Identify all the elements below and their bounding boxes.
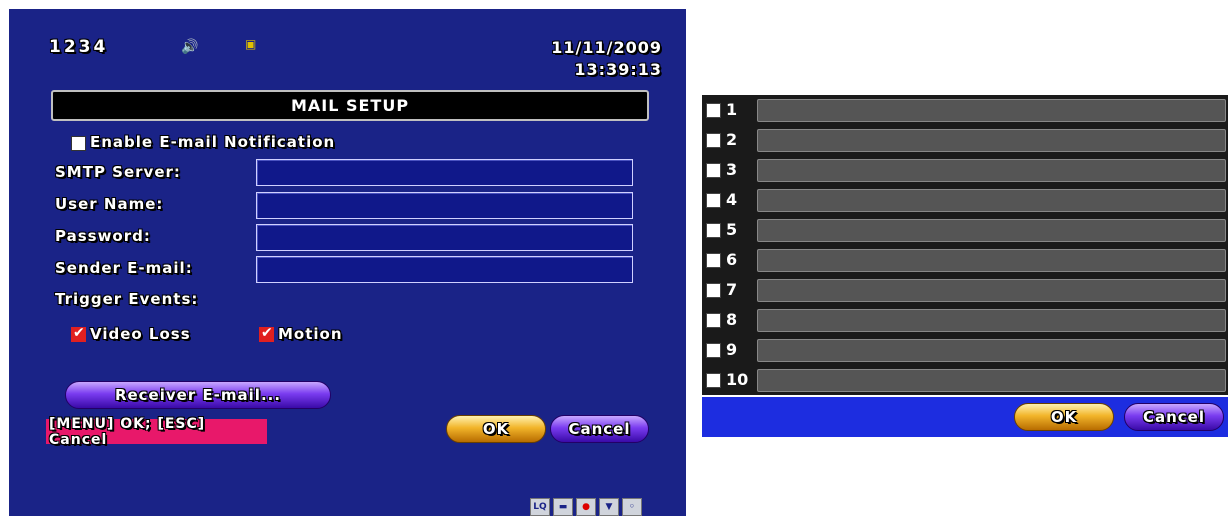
datetime-display: 11/11/2009 13:39:13	[551, 37, 662, 81]
receiver-email-field[interactable]	[757, 339, 1226, 362]
list-item: 2	[702, 125, 1228, 155]
list-item: 5	[702, 215, 1228, 245]
sender-email-field[interactable]	[256, 256, 633, 283]
smtp-server-field[interactable]	[256, 159, 633, 186]
mail-setup-screen: 1234 🔊 ▣ 11/11/2009 13:39:13 MAIL SETUP …	[9, 9, 686, 516]
user-name-field[interactable]	[256, 192, 633, 219]
smtp-server-label: SMTP Server:	[55, 163, 181, 181]
trigger-events-label: Trigger Events:	[55, 290, 199, 308]
row-checkbox[interactable]	[706, 283, 721, 298]
receiver-email-button[interactable]: Receiver E-mail...	[65, 381, 331, 409]
key-hint: [MENU] OK; [ESC] Cancel	[46, 416, 267, 448]
status-bar: LQ ▬ ● ▼ ◦	[530, 498, 642, 516]
enable-email-label: Enable E-mail Notification	[90, 133, 336, 151]
row-number: 10	[726, 370, 749, 389]
enable-email-checkbox[interactable]	[71, 136, 86, 151]
channel-indicator: 1234	[49, 37, 109, 57]
video-loss-checkbox[interactable]	[71, 325, 86, 342]
receiver-email-field[interactable]	[757, 189, 1226, 212]
list-item: 6	[702, 245, 1228, 275]
row-number: 2	[726, 130, 738, 149]
motion-label: Motion	[278, 325, 343, 343]
time-text: 13:39:13	[574, 60, 662, 79]
row-number: 4	[726, 190, 738, 209]
list-cancel-button[interactable]: Cancel	[1124, 403, 1224, 431]
row-number: 8	[726, 310, 738, 329]
receiver-email-field[interactable]	[757, 309, 1226, 332]
camera-icon: ◦	[622, 498, 642, 516]
sender-email-label: Sender E-mail:	[55, 259, 193, 277]
row-number: 6	[726, 250, 738, 269]
list-item: 3	[702, 155, 1228, 185]
row-checkbox[interactable]	[706, 313, 721, 328]
receiver-email-list: 1 2 3 4 5 6 7 8 9 10 OK Cancel	[702, 93, 1228, 437]
row-number: 3	[726, 160, 738, 179]
receiver-email-field[interactable]	[757, 99, 1226, 122]
record-icon: ▣	[245, 37, 257, 51]
list-footer: OK Cancel	[702, 397, 1228, 437]
audio-icon: 🔊	[181, 39, 199, 55]
receiver-email-field[interactable]	[757, 129, 1226, 152]
row-checkbox[interactable]	[706, 373, 721, 388]
receiver-email-field[interactable]	[757, 369, 1226, 392]
video-loss-label: Video Loss	[90, 325, 191, 343]
display-icon: ▬	[553, 498, 573, 516]
list-ok-button[interactable]: OK	[1014, 403, 1114, 431]
row-number: 7	[726, 280, 738, 299]
row-checkbox[interactable]	[706, 193, 721, 208]
record-status-icon: ●	[576, 498, 596, 516]
list-item: 8	[702, 305, 1228, 335]
password-field[interactable]	[256, 224, 633, 251]
row-checkbox[interactable]	[706, 103, 721, 118]
list-item: 7	[702, 275, 1228, 305]
receiver-email-field[interactable]	[757, 159, 1226, 182]
row-checkbox[interactable]	[706, 163, 721, 178]
list-item: 9	[702, 335, 1228, 365]
receiver-email-field[interactable]	[757, 219, 1226, 242]
receiver-email-field[interactable]	[757, 249, 1226, 272]
list-item: 4	[702, 185, 1228, 215]
password-label: Password:	[55, 227, 151, 245]
cancel-button[interactable]: Cancel	[550, 415, 649, 443]
row-checkbox[interactable]	[706, 343, 721, 358]
row-checkbox[interactable]	[706, 223, 721, 238]
row-number: 1	[726, 100, 738, 119]
shield-icon: ▼	[599, 498, 619, 516]
row-checkbox[interactable]	[706, 133, 721, 148]
page-title: MAIL SETUP	[51, 90, 649, 121]
list-item: 1	[702, 95, 1228, 125]
receiver-email-field[interactable]	[757, 279, 1226, 302]
row-checkbox[interactable]	[706, 253, 721, 268]
ok-button[interactable]: OK	[446, 415, 546, 443]
row-number: 5	[726, 220, 738, 239]
list-item: 10	[702, 365, 1228, 395]
user-name-label: User Name:	[55, 195, 164, 213]
motion-checkbox[interactable]	[259, 325, 274, 342]
row-number: 9	[726, 340, 738, 359]
date-text: 11/11/2009	[551, 38, 662, 57]
lq-icon: LQ	[530, 498, 550, 516]
